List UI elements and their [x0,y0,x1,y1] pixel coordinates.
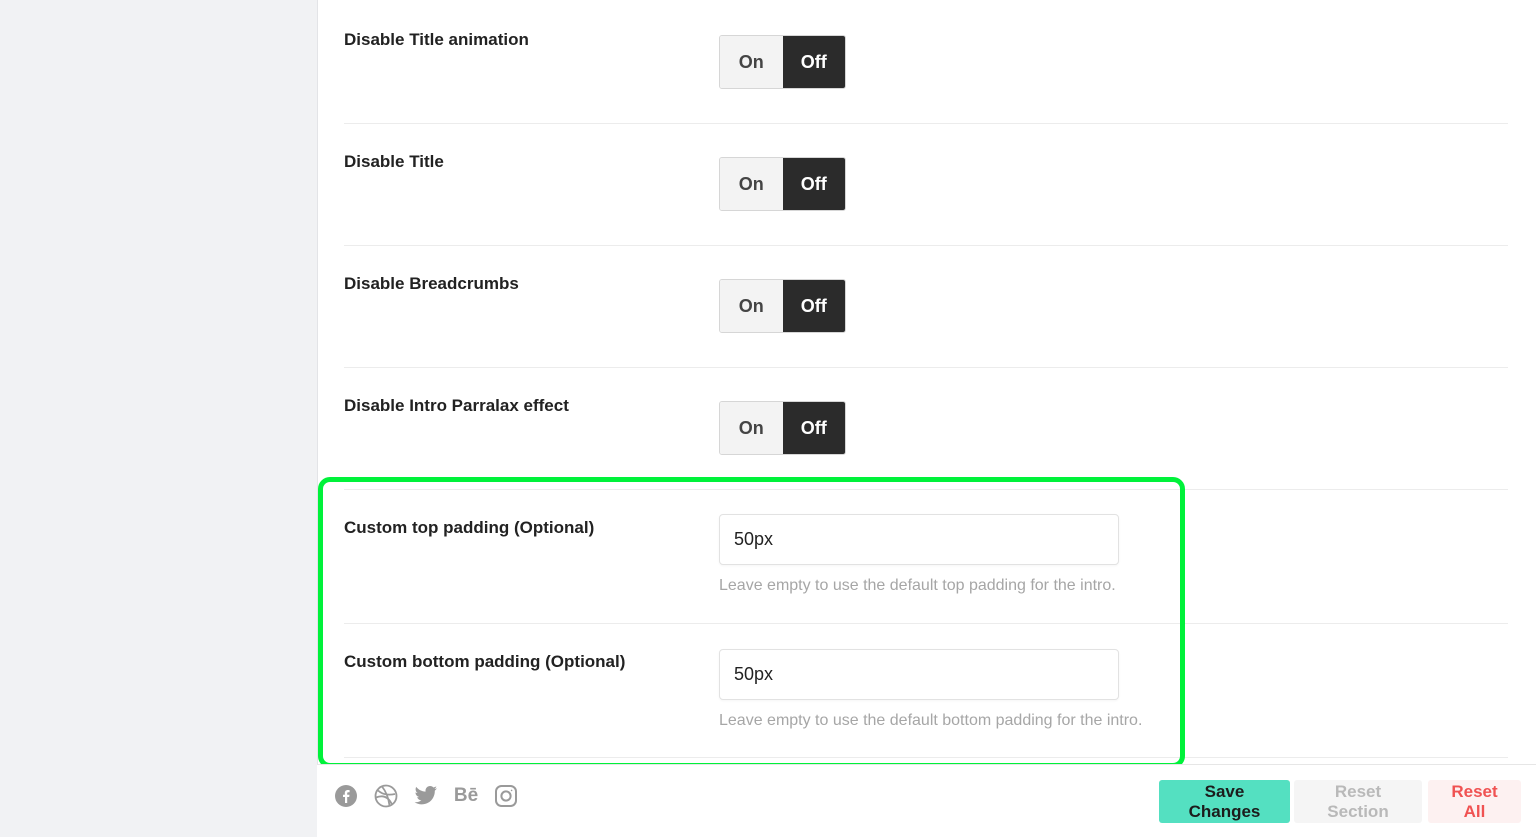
toggle-on-option[interactable]: On [720,36,783,88]
setting-label: Disable Title [344,152,444,171]
setting-label: Custom top padding (Optional) [344,518,595,537]
behance-icon[interactable]: Bē [453,783,479,809]
toggle-off-option[interactable]: Off [782,158,845,210]
settings-panel: Disable Title animation On Off Disable T… [317,0,1536,837]
setting-row-title-animation: Disable Title animation On Off [344,0,1508,124]
facebook-icon[interactable] [333,783,359,809]
sidebar [0,0,317,837]
instagram-icon[interactable] [493,783,519,809]
toggle-on-option[interactable]: On [720,402,783,454]
setting-row-top-padding: Custom top padding (Optional) Leave empt… [344,490,1508,624]
bottom-padding-description: Leave empty to use the default bottom pa… [719,712,1143,729]
top-padding-description: Leave empty to use the default top paddi… [719,577,1116,594]
setting-label: Disable Intro Parralax effect [344,396,569,415]
footer-bar: Bē Save Changes Reset Section Reset All [317,764,1536,837]
setting-label: Custom bottom padding (Optional) [344,652,626,671]
twitter-icon[interactable] [413,783,439,809]
save-changes-button[interactable]: Save Changes [1159,780,1290,823]
setting-row-title: Disable Title On Off [344,124,1508,246]
toggle-off-option[interactable]: Off [782,402,845,454]
toggle-off-option[interactable]: Off [782,280,845,332]
setting-label: Disable Breadcrumbs [344,274,519,293]
setting-row-parallax: Disable Intro Parralax effect On Off [344,368,1508,490]
social-links: Bē [333,783,519,809]
breadcrumbs-toggle[interactable]: On Off [719,279,846,333]
bottom-padding-input[interactable] [719,649,1119,700]
title-toggle[interactable]: On Off [719,157,846,211]
top-padding-input[interactable] [719,514,1119,565]
setting-label: Disable Title animation [344,30,529,49]
reset-section-button[interactable]: Reset Section [1294,780,1422,823]
toggle-off-option[interactable]: Off [782,36,845,88]
setting-row-bottom-padding: Custom bottom padding (Optional) Leave e… [344,624,1508,758]
dribbble-icon[interactable] [373,783,399,809]
parallax-toggle[interactable]: On Off [719,401,846,455]
toggle-on-option[interactable]: On [720,280,783,332]
title-animation-toggle[interactable]: On Off [719,35,846,89]
reset-all-button[interactable]: Reset All [1428,780,1521,823]
toggle-on-option[interactable]: On [720,158,783,210]
setting-row-breadcrumbs: Disable Breadcrumbs On Off [344,246,1508,368]
